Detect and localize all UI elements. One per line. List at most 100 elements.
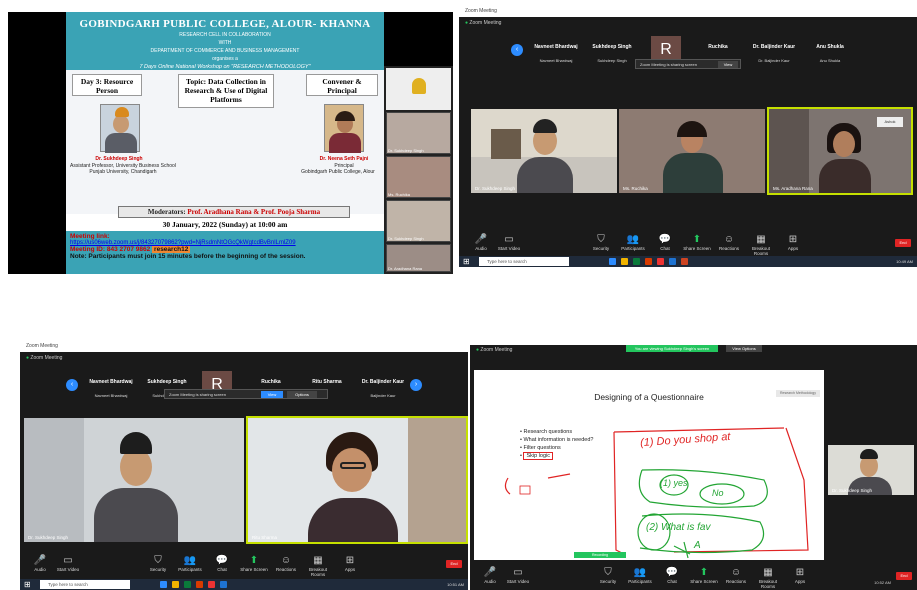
taskbar-time: 10:49 AM [896,259,913,264]
zoom-toolbar: 🎤 Audio ▭ Start Video ⛉ Security 👥 Participa… [470,564,917,590]
taskbar-search[interactable]: Type here to search [479,257,569,266]
participant-tile[interactable]: Dr. Baljinder Kaur Baljinder Kaur [358,371,408,403]
mute-button[interactable]: 🎤 Audio [26,555,54,572]
mute-button[interactable]: 🎤 Audio [476,567,504,584]
share-button[interactable]: ⬆ Share Screen [240,555,268,572]
chat-button[interactable]: 💬 Chat [208,555,236,572]
ink-text-yes: (1) yes [660,478,688,488]
recording-indicator[interactable]: Recording [574,552,626,558]
folder-icon[interactable] [172,581,179,588]
video-tile-1[interactable]: Dr. Sukhdeep Singh [24,418,244,542]
apps-button[interactable]: ⊞ Apps [779,234,807,251]
pdf-icon[interactable] [681,258,688,265]
view-button[interactable]: View [718,61,738,68]
participant-tile[interactable]: Navneet Bhardwaj Navneet Bhardwaj [86,371,136,403]
participant-tile[interactable]: Dr. Baljinder Kaur Dr. Baljinder Kaur [749,36,799,68]
people-icon: 👥 [633,567,647,578]
apps-button[interactable]: ⊞ Apps [336,555,364,572]
video-tile-1[interactable]: Dr. Sukhdeep Singh [471,109,617,193]
end-button[interactable]: End [895,239,911,247]
reactions-button[interactable]: ☺ Reactions [722,567,750,584]
video-name: Ms. Ruchika [623,186,648,191]
word-icon[interactable] [220,581,227,588]
share-icon: ⬆ [692,234,702,245]
video-name: Dr. Sukhdeep Singh [475,186,516,191]
end-button[interactable]: End [896,572,912,580]
side-video-tile[interactable]: Dr. Sukhdeep Singh [386,112,451,154]
excel-icon[interactable] [184,581,191,588]
rp-name: Dr. Sukhdeep Singh [95,156,143,162]
department: DEPARTMENT OF COMMERCE AND BUSINESS MANA… [150,48,300,54]
next-page-icon[interactable]: › [410,379,422,391]
mute-button[interactable]: 🎤 Audio [467,234,495,251]
share-button[interactable]: ⬆ Share Screen [690,567,718,584]
popup-text: Zoom Meeting is sharing screen [169,392,226,397]
zoom-window-1: Zoom Meeting ● Zoom Meeting ‹ Navneet Bh… [459,5,917,267]
shield-icon: ⛉ [597,234,605,245]
side-video-tile[interactable]: Ms. Ruchika [386,156,451,198]
prev-page-icon[interactable]: ‹ [66,379,78,391]
side-name: Ms. Ruchika [388,192,411,197]
zoom-app-icon[interactable] [609,258,616,265]
meeting-info: Zoom Meeting [469,20,502,26]
prev-page-icon[interactable]: ‹ [511,44,523,56]
video-button[interactable]: ▭ Start Video [504,567,532,584]
zoom-window-2: Zoom Meeting ● Zoom Meeting ‹ Navneet Bh… [20,340,468,590]
share-button[interactable]: ⬆ Share Screen [683,234,711,251]
security-button[interactable]: ⛉ Security [144,555,172,572]
chrome-icon[interactable] [208,581,215,588]
breakout-button[interactable]: ▦ Breakout Rooms [747,234,775,256]
end-button[interactable]: End [446,560,462,568]
share-banner: You are viewing Sukhdeep Singh's screen [626,345,718,352]
side-video-tile[interactable]: Dr. Aradhana Rana [386,244,451,272]
topic-box: Topic: Data Collection in Research & Use… [178,74,274,108]
breakout-button[interactable]: ▦ Breakout Rooms [754,567,782,589]
view-options-button[interactable]: View Options [726,345,762,352]
ppt-icon[interactable] [645,258,652,265]
video-tile-2[interactable]: Ms. Ruchika [619,109,765,193]
security-button[interactable]: ⛉ Security [594,567,622,584]
rp-desc: Assistant Professor, University Business… [70,163,176,175]
chat-button[interactable]: 💬 Chat [658,567,686,584]
meeting-topbar: ● Zoom Meeting [20,352,468,365]
video-button[interactable]: ▭ Start Video [54,555,82,572]
smile-icon: ☺ [723,234,735,245]
participant-tile[interactable]: Anu Shukla Anu Shukla [805,36,855,68]
video-tile-3[interactable]: Ashok Ms. Aradhana Rana [767,107,913,195]
speaker-video[interactable]: Dr. Sukhdeep Singh [828,445,914,495]
windows-taskbar: ⊞ Type here to search 10:49 AM [459,256,917,267]
video-name: Ritu Sharma [252,535,278,540]
taskbar-time: 10:52 AM [874,580,891,585]
participant-tile[interactable]: Sukhdeep SinghSukhdeep Singh [587,36,637,68]
shield-icon: ⛉ [604,567,612,578]
share-icon: ⬆ [249,555,259,566]
video-tile-2[interactable]: Ritu Sharma [246,416,468,544]
apps-button[interactable]: ⊞ Apps [786,567,814,584]
reactions-button[interactable]: ☺ Reactions [715,234,743,251]
participants-button[interactable]: 👥 Participants [626,567,654,584]
ppt-icon[interactable] [196,581,203,588]
folder-icon[interactable] [621,258,628,265]
participants-button[interactable]: 👥 Participants [176,555,204,572]
excel-icon[interactable] [633,258,640,265]
video-button[interactable]: ▭ Start Video [495,234,523,251]
chat-button[interactable]: 💬 Chat [651,234,679,251]
convener-box: Convener & Principal [306,74,378,96]
options-button[interactable]: Options [287,391,317,398]
windows-taskbar: ⊞ Type here to search 10:51 AM [20,579,468,590]
participants-button[interactable]: 👥 Participants [619,234,647,251]
taskbar-search[interactable]: Type here to search [40,580,130,589]
mic-icon: 🎤 [474,234,488,245]
video-name: Dr. Sukhdeep Singh [28,535,69,540]
participant-tile[interactable]: Navneet Bhardwaj Navneet Bhardwaj [531,36,581,68]
view-button[interactable]: View [261,391,283,398]
meeting-id-label: Meeting ID: [70,246,106,253]
breakout-button[interactable]: ▦ Breakout Rooms [304,555,332,577]
security-button[interactable]: ⛉ Security [587,234,615,251]
chrome-icon[interactable] [657,258,664,265]
side-video-tile[interactable]: Dr. Sukhdeep Singh [386,200,451,242]
word-icon[interactable] [669,258,676,265]
zoom-app-icon[interactable] [160,581,167,588]
chat-icon: 💬 [665,567,679,578]
reactions-button[interactable]: ☺ Reactions [272,555,300,572]
